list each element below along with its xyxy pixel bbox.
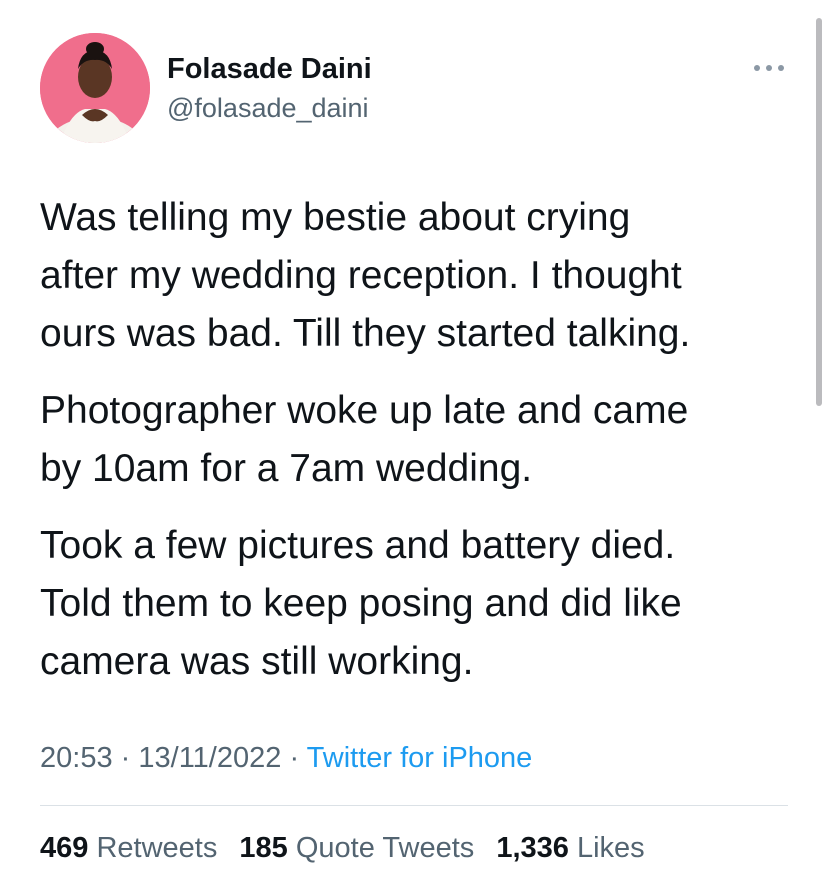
tweet-line: Was telling my bestie about crying: [40, 196, 631, 239]
tweet-paragraph: Was telling my bestie about crying after…: [40, 189, 800, 363]
likes-label: Likes: [576, 832, 645, 864]
tweet-paragraph: Took a few pictures and battery died. To…: [40, 517, 800, 691]
likes-stat[interactable]: 1,336 Likes: [496, 832, 644, 864]
tweet-time[interactable]: 20:53: [40, 742, 113, 774]
tweet-line: ours was bad. Till they started talking.: [40, 312, 691, 355]
quote-tweets-label: Quote Tweets: [295, 832, 475, 864]
tweet-source-link[interactable]: Twitter for iPhone: [307, 742, 533, 774]
tweet-line: camera was still working.: [40, 640, 474, 683]
retweets-label: Retweets: [96, 832, 218, 864]
tweet-stats: 469 Retweets 185 Quote Tweets 1,336 Like…: [40, 828, 659, 868]
tweet-line: after my wedding reception. I thought: [40, 254, 682, 297]
author-display-name[interactable]: Folasade Daini: [167, 52, 372, 86]
author-handle[interactable]: @folasade_daini: [167, 92, 369, 124]
tweet-meta: 20:53 · 13/11/2022 · Twitter for iPhone: [40, 738, 532, 778]
more-dots-icon[interactable]: [749, 58, 789, 78]
retweets-stat[interactable]: 469 Retweets: [40, 832, 217, 864]
retweets-count: 469: [40, 832, 89, 864]
tweet-line: Photographer woke up late and came: [40, 389, 689, 432]
meta-separator: ·: [120, 742, 131, 774]
divider: [40, 805, 788, 806]
quote-tweets-stat[interactable]: 185 Quote Tweets: [239, 832, 474, 864]
tweet-line: Took a few pictures and battery died.: [40, 524, 676, 567]
tweet-text: Was telling my bestie about crying after…: [40, 189, 800, 710]
quote-tweets-count: 185: [239, 832, 288, 864]
avatar[interactable]: [40, 33, 150, 143]
tweet-paragraph: Photographer woke up late and came by 10…: [40, 382, 800, 498]
meta-separator: ·: [289, 742, 300, 774]
tweet-date[interactable]: 13/11/2022: [138, 742, 281, 774]
avatar-image: [40, 33, 150, 143]
likes-count: 1,336: [496, 832, 569, 864]
tweet-line: by 10am for a 7am wedding.: [40, 447, 533, 490]
scrollbar[interactable]: [816, 18, 822, 406]
tweet-line: Told them to keep posing and did like: [40, 582, 682, 625]
